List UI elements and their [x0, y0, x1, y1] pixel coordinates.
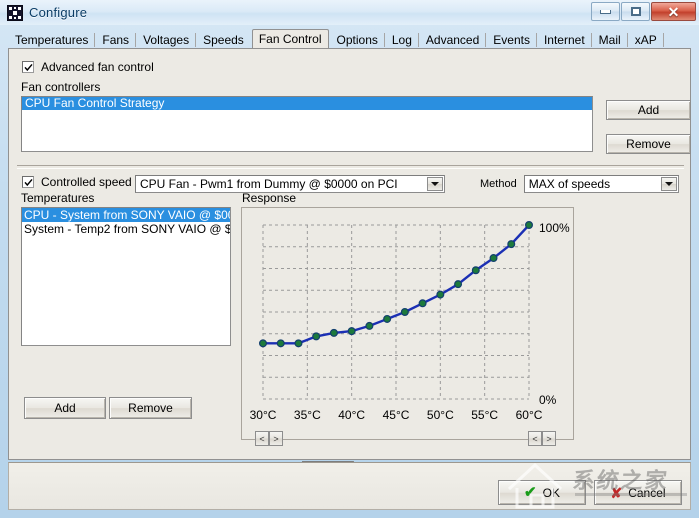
method-row: Method MAX of speeds — [480, 175, 679, 193]
remove-temperature-button[interactable]: Remove — [109, 397, 192, 419]
response-chart-svg[interactable] — [241, 207, 574, 440]
tab-label: Advanced — [426, 33, 479, 47]
chart-x-tick-label: 55°C — [464, 408, 506, 422]
chart-x-tick-label: 30°C — [242, 408, 284, 422]
tab-label: Options — [337, 33, 378, 47]
tab-mail[interactable]: Mail — [592, 31, 628, 49]
advanced-fan-control-row[interactable]: Advanced fan control — [22, 60, 154, 74]
tab-events[interactable]: Events — [486, 31, 537, 49]
fan-control-panel: Advanced fan control Fan controllers CPU… — [8, 48, 691, 460]
tab-label: Fan Control — [259, 32, 322, 46]
window-title: Configure — [29, 5, 87, 20]
list-item[interactable]: CPU Fan Control Strategy — [22, 97, 592, 110]
scroll-left-prev-button[interactable]: < — [255, 431, 269, 446]
minimize-icon — [600, 10, 611, 14]
add-temperature-button[interactable]: Add — [24, 397, 106, 419]
tab-label: Voltages — [143, 33, 189, 47]
tab-label: Log — [392, 33, 412, 47]
tab-advanced[interactable]: Advanced — [419, 31, 486, 49]
fan-controllers-list[interactable]: CPU Fan Control Strategy — [21, 96, 593, 152]
tab-internet[interactable]: Internet — [537, 31, 592, 49]
tab-label: Speeds — [203, 33, 244, 47]
chevron-down-icon[interactable] — [427, 177, 443, 191]
close-button[interactable]: ✕ — [651, 2, 696, 21]
scroll-right-next-button[interactable]: > — [542, 431, 556, 446]
response-label: Response — [242, 191, 296, 205]
checkmark-icon — [24, 178, 33, 187]
scroll-left-next-button[interactable]: > — [269, 431, 283, 446]
chart-x-tick-label: 40°C — [331, 408, 373, 422]
section-divider — [17, 165, 684, 169]
list-item[interactable]: System - Temp2 from SONY VAIO @ $0 — [22, 222, 230, 236]
chart-x-tick-label: 35°C — [286, 408, 328, 422]
method-dropdown[interactable]: MAX of speeds — [524, 175, 679, 193]
tab-label: xAP — [635, 33, 657, 47]
chart-x-tick-label: 60°C — [508, 408, 550, 422]
checkmark-icon: ✔ — [524, 485, 537, 500]
tab-temperatures[interactable]: Temperatures — [8, 31, 95, 49]
cross-icon: ✘ — [610, 486, 622, 500]
tab-label: Mail — [599, 33, 621, 47]
tab-fans[interactable]: Fans — [95, 31, 136, 49]
maximize-icon — [631, 7, 641, 16]
tab-options[interactable]: Options — [330, 31, 385, 49]
tab-speeds[interactable]: Speeds — [196, 31, 251, 49]
cancel-button-label: Cancel — [628, 486, 665, 500]
title-bar: Configure ✕ — [0, 0, 699, 25]
remove-fan-controller-button[interactable]: Remove — [606, 134, 691, 154]
close-icon: ✕ — [668, 5, 680, 19]
cancel-button[interactable]: ✘ Cancel — [594, 480, 682, 505]
maximize-button[interactable] — [621, 2, 650, 21]
tab-voltages[interactable]: Voltages — [136, 31, 196, 49]
temperatures-list[interactable]: CPU - System from SONY VAIO @ $000 Syste… — [21, 207, 231, 346]
tab-strip: Temperatures Fans Voltages Speeds Fan Co… — [8, 29, 691, 49]
tab-log[interactable]: Log — [385, 31, 419, 49]
advanced-fan-control-label: Advanced fan control — [41, 60, 154, 74]
checkmark-icon — [24, 63, 33, 72]
controlled-speed-label: Controlled speed — [41, 175, 132, 189]
minimize-button[interactable] — [591, 2, 620, 21]
temperatures-label: Temperatures — [21, 191, 94, 205]
chart-max-label: 100% — [539, 221, 570, 235]
configure-window: Configure ✕ Temperatures Fans Voltages — [0, 0, 699, 518]
list-item[interactable]: CPU - System from SONY VAIO @ $000 — [22, 208, 230, 222]
method-value: MAX of speeds — [525, 177, 610, 191]
add-fan-controller-button[interactable]: Add — [606, 100, 691, 120]
chart-x-axis-ticks: 30°C35°C40°C45°C50°C55°C60°C — [241, 408, 574, 422]
controlled-speed-value: CPU Fan - Pwm1 from Dummy @ $0000 on PCI — [136, 177, 398, 191]
tab-label: Events — [493, 33, 530, 47]
chart-scroll-left-group[interactable]: < > — [255, 431, 283, 446]
chart-scroll-right-group[interactable]: < > — [528, 431, 556, 446]
chart-x-tick-label: 45°C — [375, 408, 417, 422]
tab-label: Fans — [102, 33, 129, 47]
app-icon — [7, 5, 23, 21]
advanced-fan-control-checkbox[interactable] — [22, 61, 34, 73]
window-controls: ✕ — [590, 2, 696, 21]
tab-label: Internet — [544, 33, 585, 47]
ok-button-label: OK — [543, 486, 560, 500]
dialog-footer — [8, 462, 691, 510]
tab-label: Temperatures — [15, 33, 88, 47]
controlled-speed-row: Controlled speed — [22, 175, 132, 189]
scroll-right-prev-button[interactable]: < — [528, 431, 542, 446]
chart-min-label: 0% — [539, 393, 556, 407]
tab-separator — [663, 33, 664, 47]
method-label: Method — [480, 178, 517, 190]
fan-controllers-label: Fan controllers — [21, 80, 100, 94]
controlled-speed-checkbox[interactable] — [22, 176, 34, 188]
chevron-down-icon[interactable] — [661, 177, 677, 191]
chart-x-tick-label: 50°C — [419, 408, 461, 422]
ok-button[interactable]: ✔ OK — [498, 480, 586, 505]
response-chart[interactable]: 100% 0% 30°C35°C40°C45°C50°C55°C60°C — [241, 207, 574, 440]
tab-fan-control[interactable]: Fan Control — [252, 29, 329, 49]
tab-xap[interactable]: xAP — [628, 31, 664, 49]
